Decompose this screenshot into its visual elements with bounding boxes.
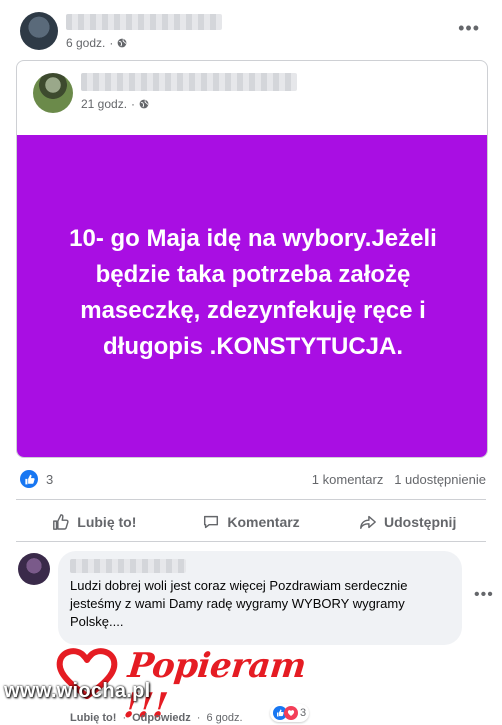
commenter-avatar[interactable] (18, 553, 50, 585)
status-text: 10- go Maja idę na wybory.Jeżeli będzie … (69, 225, 437, 360)
share-button[interactable]: Udostępnij (329, 503, 486, 541)
author-avatar[interactable] (20, 12, 58, 50)
comment-like-link[interactable]: Lubię to! (70, 712, 116, 724)
comment-reactions[interactable]: 3 (270, 704, 310, 722)
post-actions: Lubię to! Komentarz Udostępnij (16, 503, 486, 541)
post-card: 6 godz. · ••• 21 godz. · 10- go Maja idę… (0, 0, 502, 725)
commenter-name-redacted[interactable] (70, 559, 186, 573)
shared-post: 21 godz. · 10- go Maja idę na wybory.Jeż… (16, 60, 488, 458)
globe-icon (118, 38, 127, 48)
share-label: Udostępnij (384, 514, 457, 530)
watermark: www.wiocha.pl (4, 680, 151, 702)
shared-post-time[interactable]: 21 godz. (81, 97, 127, 111)
comment-footer: Lubię to! · Odpowiedz · 6 godz. (70, 712, 243, 724)
shared-author-name-redacted[interactable] (81, 73, 297, 91)
status-background[interactable]: 10- go Maja idę na wybory.Jeżeli będzie … (17, 135, 487, 457)
comment-label: Komentarz (227, 514, 300, 530)
post-meta: 6 godz. · (66, 36, 127, 50)
like-button[interactable]: Lubię to! (16, 503, 173, 541)
thumbs-up-icon (53, 514, 69, 530)
like-reaction-icon[interactable] (20, 470, 38, 488)
comment-time[interactable]: 6 godz. (206, 712, 242, 724)
reactions-summary: 3 1 komentarz 1 udostępnienie (20, 470, 486, 492)
comment-button[interactable]: Komentarz (173, 503, 330, 541)
shares-count[interactable]: 1 udostępnienie (394, 472, 486, 487)
comment-more-icon[interactable]: ••• (474, 586, 494, 604)
divider (16, 541, 486, 542)
more-icon[interactable]: ••• (458, 18, 480, 39)
share-icon (360, 515, 376, 530)
divider (16, 499, 486, 500)
comment-text: Ludzi dobrej woli jest coraz więcej Pozd… (70, 578, 408, 629)
reaction-count[interactable]: 3 (46, 472, 53, 487)
author-name-redacted[interactable] (66, 14, 222, 30)
comment-reaction-count: 3 (300, 707, 307, 719)
comments-count[interactable]: 1 komentarz (312, 472, 384, 487)
shared-author-avatar[interactable] (33, 73, 73, 113)
like-label: Lubię to! (77, 514, 137, 530)
love-reaction-icon (284, 706, 298, 720)
comment-icon (204, 515, 219, 529)
comment-bubble: Ludzi dobrej woli jest coraz więcej Pozd… (58, 551, 462, 645)
comment-reply-link[interactable]: Odpowiedz (132, 712, 191, 724)
shared-post-meta: 21 godz. · (81, 97, 149, 111)
globe-icon (139, 99, 149, 109)
post-time[interactable]: 6 godz. (66, 36, 105, 50)
